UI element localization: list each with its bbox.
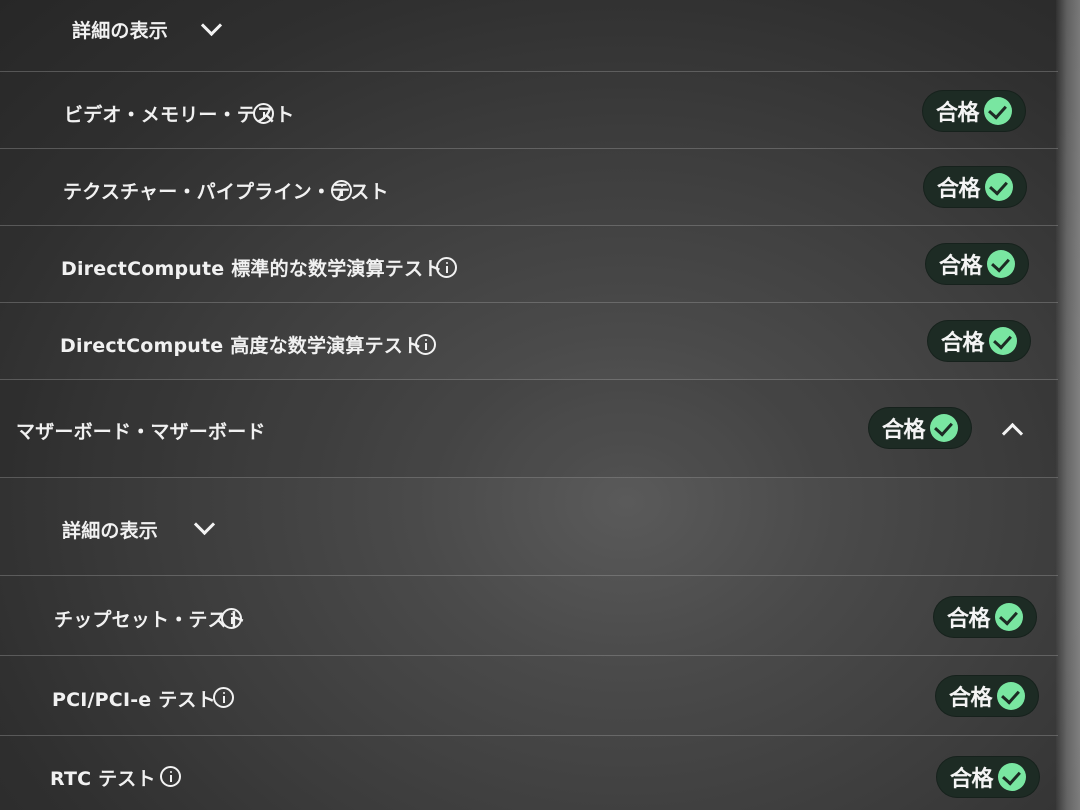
test-row-video-memory: ビデオ・メモリー・テスト 合格: [0, 72, 1058, 149]
motherboard-section-header[interactable]: マザーボード・マザーボード 合格: [0, 380, 1058, 478]
test-label: DirectCompute 標準的な数学演算テスト: [61, 258, 443, 280]
test-label: チップセット・テスト: [54, 609, 247, 631]
pass-text: 合格: [937, 177, 981, 202]
motherboard-details-toggle-row[interactable]: 詳細の表示: [0, 478, 1058, 576]
info-icon[interactable]: [331, 180, 352, 201]
pass-text: 合格: [936, 101, 980, 126]
test-row-pci-pcie: PCI/PCI-e テスト 合格: [0, 656, 1058, 736]
chevron-down-icon: [200, 14, 223, 37]
test-label: PCI/PCI-e テスト: [52, 689, 216, 711]
check-icon: [995, 603, 1024, 631]
pass-text: 合格: [939, 254, 983, 279]
test-label: RTC テスト: [50, 768, 156, 790]
check-icon: [997, 682, 1026, 710]
pass-badge: 合格: [936, 756, 1041, 798]
test-row-chipset: チップセット・テスト 合格: [0, 576, 1058, 656]
info-icon[interactable]: [213, 687, 234, 708]
pass-badge: 合格: [923, 166, 1028, 208]
test-row-directcompute-standard: DirectCompute 標準的な数学演算テスト 合格: [0, 226, 1058, 303]
pass-badge: 合格: [925, 243, 1030, 285]
pass-badge: 合格: [922, 90, 1027, 132]
section-pass-badge: 合格: [868, 407, 973, 449]
test-row-texture-pipeline: テクスチャー・パイプライン・テスト 合格: [0, 149, 1058, 226]
chevron-up-icon[interactable]: [1001, 422, 1024, 445]
info-icon[interactable]: [160, 766, 181, 787]
details-toggle-label: 詳細の表示: [62, 520, 159, 542]
gpu-details-toggle-row[interactable]: 詳細の表示: [0, 0, 1058, 72]
pass-badge: 合格: [933, 596, 1038, 638]
info-icon[interactable]: [436, 257, 457, 278]
pass-text: 合格: [950, 767, 994, 792]
pass-text: 合格: [882, 418, 926, 443]
info-icon[interactable]: [415, 334, 436, 355]
test-label: DirectCompute 高度な数学演算テスト: [60, 335, 423, 357]
pass-text: 合格: [947, 607, 991, 632]
check-icon: [984, 97, 1013, 125]
details-toggle-label: 詳細の表示: [72, 20, 169, 42]
window-edge: [1056, 0, 1080, 810]
pass-text: 合格: [941, 331, 985, 356]
section-title: マザーボード・マザーボード: [16, 421, 266, 443]
pass-badge: 合格: [927, 320, 1032, 362]
check-icon: [985, 173, 1014, 201]
pass-badge: 合格: [935, 675, 1040, 717]
info-icon[interactable]: [221, 608, 242, 629]
chevron-down-icon: [193, 513, 216, 536]
check-icon: [930, 414, 959, 442]
test-row-rtc: RTC テスト 合格: [0, 736, 1058, 810]
pass-text: 合格: [949, 686, 993, 711]
check-icon: [987, 250, 1016, 278]
info-icon[interactable]: [253, 103, 274, 124]
test-row-directcompute-advanced: DirectCompute 高度な数学演算テスト 合格: [0, 303, 1058, 380]
diagnostic-results-screen: 詳細の表示 ビデオ・メモリー・テスト 合格 テクスチャー・パイプライン・テスト …: [0, 0, 1080, 810]
check-icon: [998, 763, 1027, 791]
check-icon: [989, 327, 1018, 355]
